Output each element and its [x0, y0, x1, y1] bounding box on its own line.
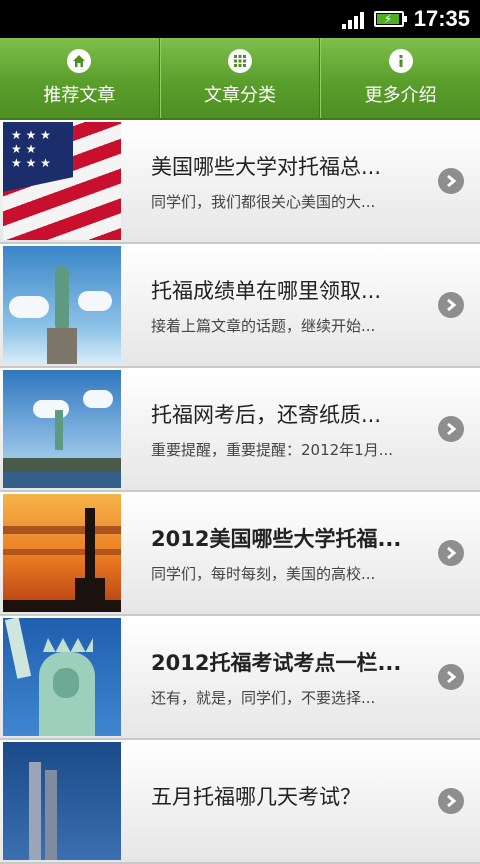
- article-title: 五月托福哪几天考试？: [151, 785, 361, 809]
- article-list-item[interactable]: 托福成绩单在哪里领取... 接着上篇文章的话题，继续开始...: [0, 244, 480, 368]
- article-list: ★ ★ ★ ★ ★ ★ ★ ★ 美国哪些大学对托福总... 同学们，我们都很关心美国…: [0, 120, 480, 864]
- statue-of-liberty-sunset-thumbnail: [3, 494, 121, 612]
- chevron-right-icon[interactable]: [438, 292, 464, 318]
- article-title: 2012托福考试考点一栏...: [151, 650, 402, 675]
- info-icon: [388, 49, 413, 73]
- battery-charging-icon: ⚡: [373, 11, 407, 27]
- article-list-item[interactable]: 2012美国哪些大学托福... 同学们，每时每刻，美国的高校...: [0, 492, 480, 616]
- chevron-right-icon[interactable]: [438, 416, 464, 442]
- signal-strength-icon: [341, 9, 364, 29]
- tab-label: 更多介绍: [364, 85, 437, 106]
- chevron-right-icon[interactable]: [438, 664, 464, 690]
- statue-of-liberty-closeup-thumbnail: [3, 618, 121, 736]
- article-snippet: 还有，就是，同学们，不要选择...: [151, 688, 376, 707]
- article-snippet: 同学们，每时每刻，美国的高校...: [151, 564, 376, 583]
- article-list-item[interactable]: 五月托福哪几天考试？: [0, 740, 480, 864]
- statue-of-liberty-thumbnail: [3, 246, 121, 364]
- tab-more-info[interactable]: 更多介绍: [320, 38, 480, 118]
- chevron-right-icon[interactable]: [438, 168, 464, 194]
- city-towers-thumbnail: [3, 742, 121, 860]
- article-snippet: 接着上篇文章的话题，继续开始...: [151, 316, 376, 335]
- home-icon: [67, 49, 92, 73]
- status-time: 17:35: [413, 6, 470, 31]
- chevron-right-icon[interactable]: [438, 788, 464, 814]
- article-title: 托福成绩单在哪里领取...: [151, 278, 382, 303]
- article-title: 托福网考后，还寄纸质...: [151, 402, 382, 427]
- article-title: 美国哪些大学对托福总...: [151, 154, 382, 179]
- us-flag-thumbnail: ★ ★ ★ ★ ★ ★ ★ ★: [3, 122, 121, 240]
- article-list-item[interactable]: ★ ★ ★ ★ ★ ★ ★ ★ 美国哪些大学对托福总... 同学们，我们都很关心美国…: [0, 120, 480, 244]
- article-snippet: 同学们，我们都很关心美国的大...: [151, 192, 376, 211]
- tab-label: 推荐文章: [43, 85, 116, 106]
- tab-article-categories[interactable]: 文章分类: [159, 38, 321, 118]
- chevron-right-icon[interactable]: [438, 540, 464, 566]
- statue-of-liberty-island-thumbnail: [3, 370, 121, 488]
- article-list-item[interactable]: 托福网考后，还寄纸质... 重要提醒，重要提醒：2012年1月...: [0, 368, 480, 492]
- tab-recommended-articles[interactable]: 推荐文章: [0, 38, 160, 118]
- status-bar: ⚡ 17:35: [0, 0, 480, 38]
- article-list-item[interactable]: 2012托福考试考点一栏... 还有，就是，同学们，不要选择...: [0, 616, 480, 740]
- article-snippet: 重要提醒，重要提醒：2012年1月...: [151, 440, 394, 459]
- tab-label: 文章分类: [204, 85, 276, 106]
- grid-icon: [228, 49, 252, 73]
- article-title: 2012美国哪些大学托福...: [151, 526, 402, 551]
- tab-bar: 推荐文章 文章分类 更多介绍: [0, 38, 480, 120]
